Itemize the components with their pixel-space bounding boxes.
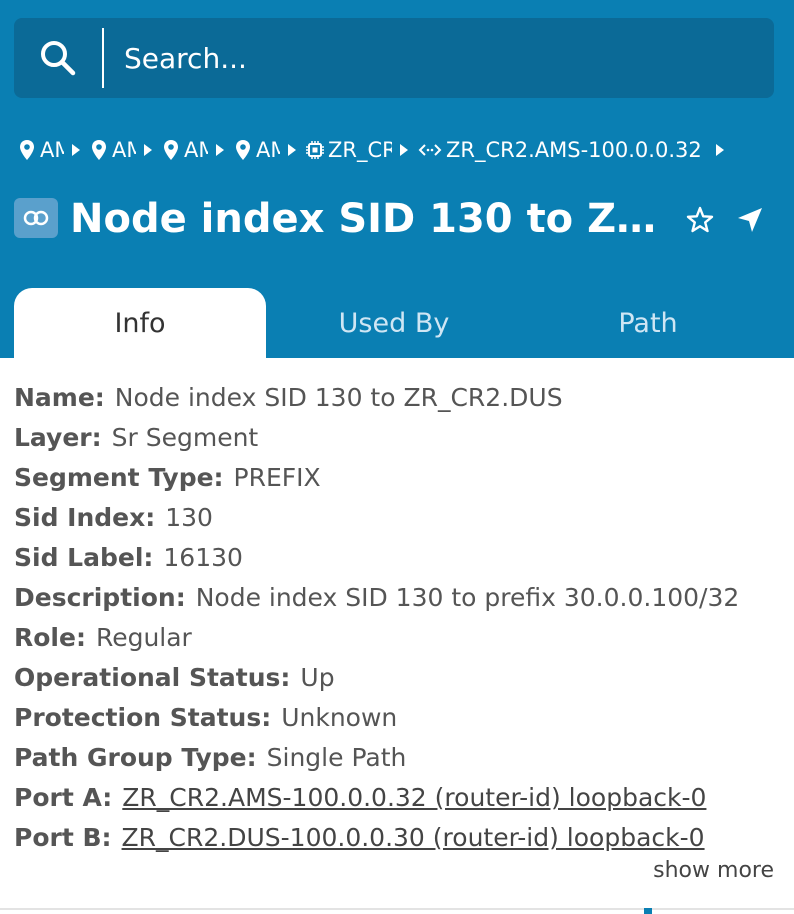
info-key: Sid Index: xyxy=(14,503,156,532)
info-key: Port A: xyxy=(14,783,113,812)
info-value: Up xyxy=(300,663,335,692)
page-title: Node index SID 130 to ZR_CR2.DUS xyxy=(70,196,670,242)
info-row-layer: Layer: Sr Segment xyxy=(14,418,774,458)
breadcrumb-item-device[interactable]: ZR_CR2 xyxy=(306,138,392,162)
info-key: Sid Label: xyxy=(14,543,154,572)
title-row: Node index SID 130 to ZR_CR2.DUS xyxy=(14,190,794,250)
info-row-sid-index: Sid Index: 130 xyxy=(14,498,774,538)
chevron-right-icon xyxy=(716,144,724,156)
breadcrumb-item-site-3[interactable]: AMS xyxy=(162,138,208,162)
info-value: Single Path xyxy=(266,743,407,772)
info-row-description: Description: Node index SID 130 to prefix… xyxy=(14,578,774,618)
breadcrumb-item-site-2[interactable]: AMS xyxy=(90,138,136,162)
info-value: Node index SID 130 to prefix 30.0.0.100/… xyxy=(195,583,740,612)
info-value: 16130 xyxy=(163,543,243,572)
breadcrumb-label: AMS xyxy=(184,138,208,162)
info-row-sid-label: Sid Label: 16130 xyxy=(14,538,774,578)
search-input[interactable] xyxy=(124,36,744,80)
info-row-operational-status: Operational Status: Up xyxy=(14,658,774,698)
scroll-indicator xyxy=(644,908,652,914)
panel-header: AMS AMS AMS AMS ZR_CR2 xyxy=(0,0,794,358)
info-value: Unknown xyxy=(281,703,398,732)
info-value: Regular xyxy=(95,623,192,652)
info-row-protection-status: Protection Status: Unknown xyxy=(14,698,774,738)
chevron-right-icon xyxy=(216,144,224,156)
tab-info[interactable]: Info xyxy=(14,288,266,358)
segment-type-badge xyxy=(14,198,58,238)
location-pin-icon xyxy=(164,140,178,160)
info-row-segment-type: Segment Type: PREFIX xyxy=(14,458,774,498)
info-row-role: Role: Regular xyxy=(14,618,774,658)
info-key: Segment Type: xyxy=(14,463,224,492)
chevron-right-icon xyxy=(144,144,152,156)
info-row-port-a: Port A: ZR_CR2.AMS-100.0.0.32 (router-id)… xyxy=(14,778,774,818)
location-pin-icon xyxy=(20,140,34,160)
info-value: 130 xyxy=(165,503,213,532)
info-key: Layer: xyxy=(14,423,102,452)
location-pin-icon xyxy=(236,140,250,160)
breadcrumb-label: AMS xyxy=(112,138,136,162)
info-key: Name: xyxy=(14,383,105,412)
breadcrumb: AMS AMS AMS AMS ZR_CR2 xyxy=(18,134,734,166)
breadcrumb-item-interface[interactable]: ZR_CR2.AMS-100.0.0.32 ( xyxy=(418,138,708,162)
location-pin-icon xyxy=(92,140,106,160)
breadcrumb-item-site-1[interactable]: AMS xyxy=(18,138,64,162)
panel-bottom-divider xyxy=(0,908,794,910)
tab-bar: Info Used By Path xyxy=(0,288,794,358)
breadcrumb-label: AMS xyxy=(40,138,64,162)
info-value: PREFIX xyxy=(233,463,321,492)
info-value: Node index SID 130 to ZR_CR2.DUS xyxy=(114,383,563,412)
info-list: Name: Node index SID 130 to ZR_CR2.DUS La… xyxy=(14,378,774,858)
port-a-link[interactable]: ZR_CR2.AMS-100.0.0.32 (router-id) loopba… xyxy=(122,783,706,812)
link-icon xyxy=(23,210,49,226)
navigate-arrow-icon[interactable] xyxy=(734,204,766,236)
search-icon[interactable] xyxy=(38,38,78,78)
star-icon[interactable] xyxy=(684,204,716,236)
tab-used-by[interactable]: Used By xyxy=(268,288,520,358)
chevron-right-icon xyxy=(400,144,408,156)
chip-icon xyxy=(306,141,324,159)
show-more-link[interactable]: show more xyxy=(653,858,774,883)
search-divider xyxy=(102,28,104,88)
breadcrumb-label: ZR_CR2.AMS-100.0.0.32 ( xyxy=(446,138,708,162)
info-row-port-b: Port B: ZR_CR2.DUS-100.0.0.30 (router-id)… xyxy=(14,818,774,858)
link-arrows-icon xyxy=(418,144,442,156)
detail-panel: AMS AMS AMS AMS ZR_CR2 xyxy=(0,0,794,914)
info-row-path-group-type: Path Group Type: Single Path xyxy=(14,738,774,778)
port-b-link[interactable]: ZR_CR2.DUS-100.0.0.30 (router-id) loopba… xyxy=(122,823,705,852)
info-key: Role: xyxy=(14,623,86,652)
info-key: Port B: xyxy=(14,823,112,852)
info-value: Sr Segment xyxy=(111,423,259,452)
info-key: Operational Status: xyxy=(14,663,291,692)
info-key: Description: xyxy=(14,583,186,612)
info-key: Protection Status: xyxy=(14,703,272,732)
breadcrumb-item-site-4[interactable]: AMS xyxy=(234,138,280,162)
breadcrumb-label: AMS xyxy=(256,138,280,162)
chevron-right-icon xyxy=(72,144,80,156)
tab-path[interactable]: Path xyxy=(522,288,774,358)
chevron-right-icon xyxy=(288,144,296,156)
breadcrumb-label: ZR_CR2 xyxy=(328,138,392,162)
info-key: Path Group Type: xyxy=(14,743,257,772)
info-row-name: Name: Node index SID 130 to ZR_CR2.DUS xyxy=(14,378,774,418)
